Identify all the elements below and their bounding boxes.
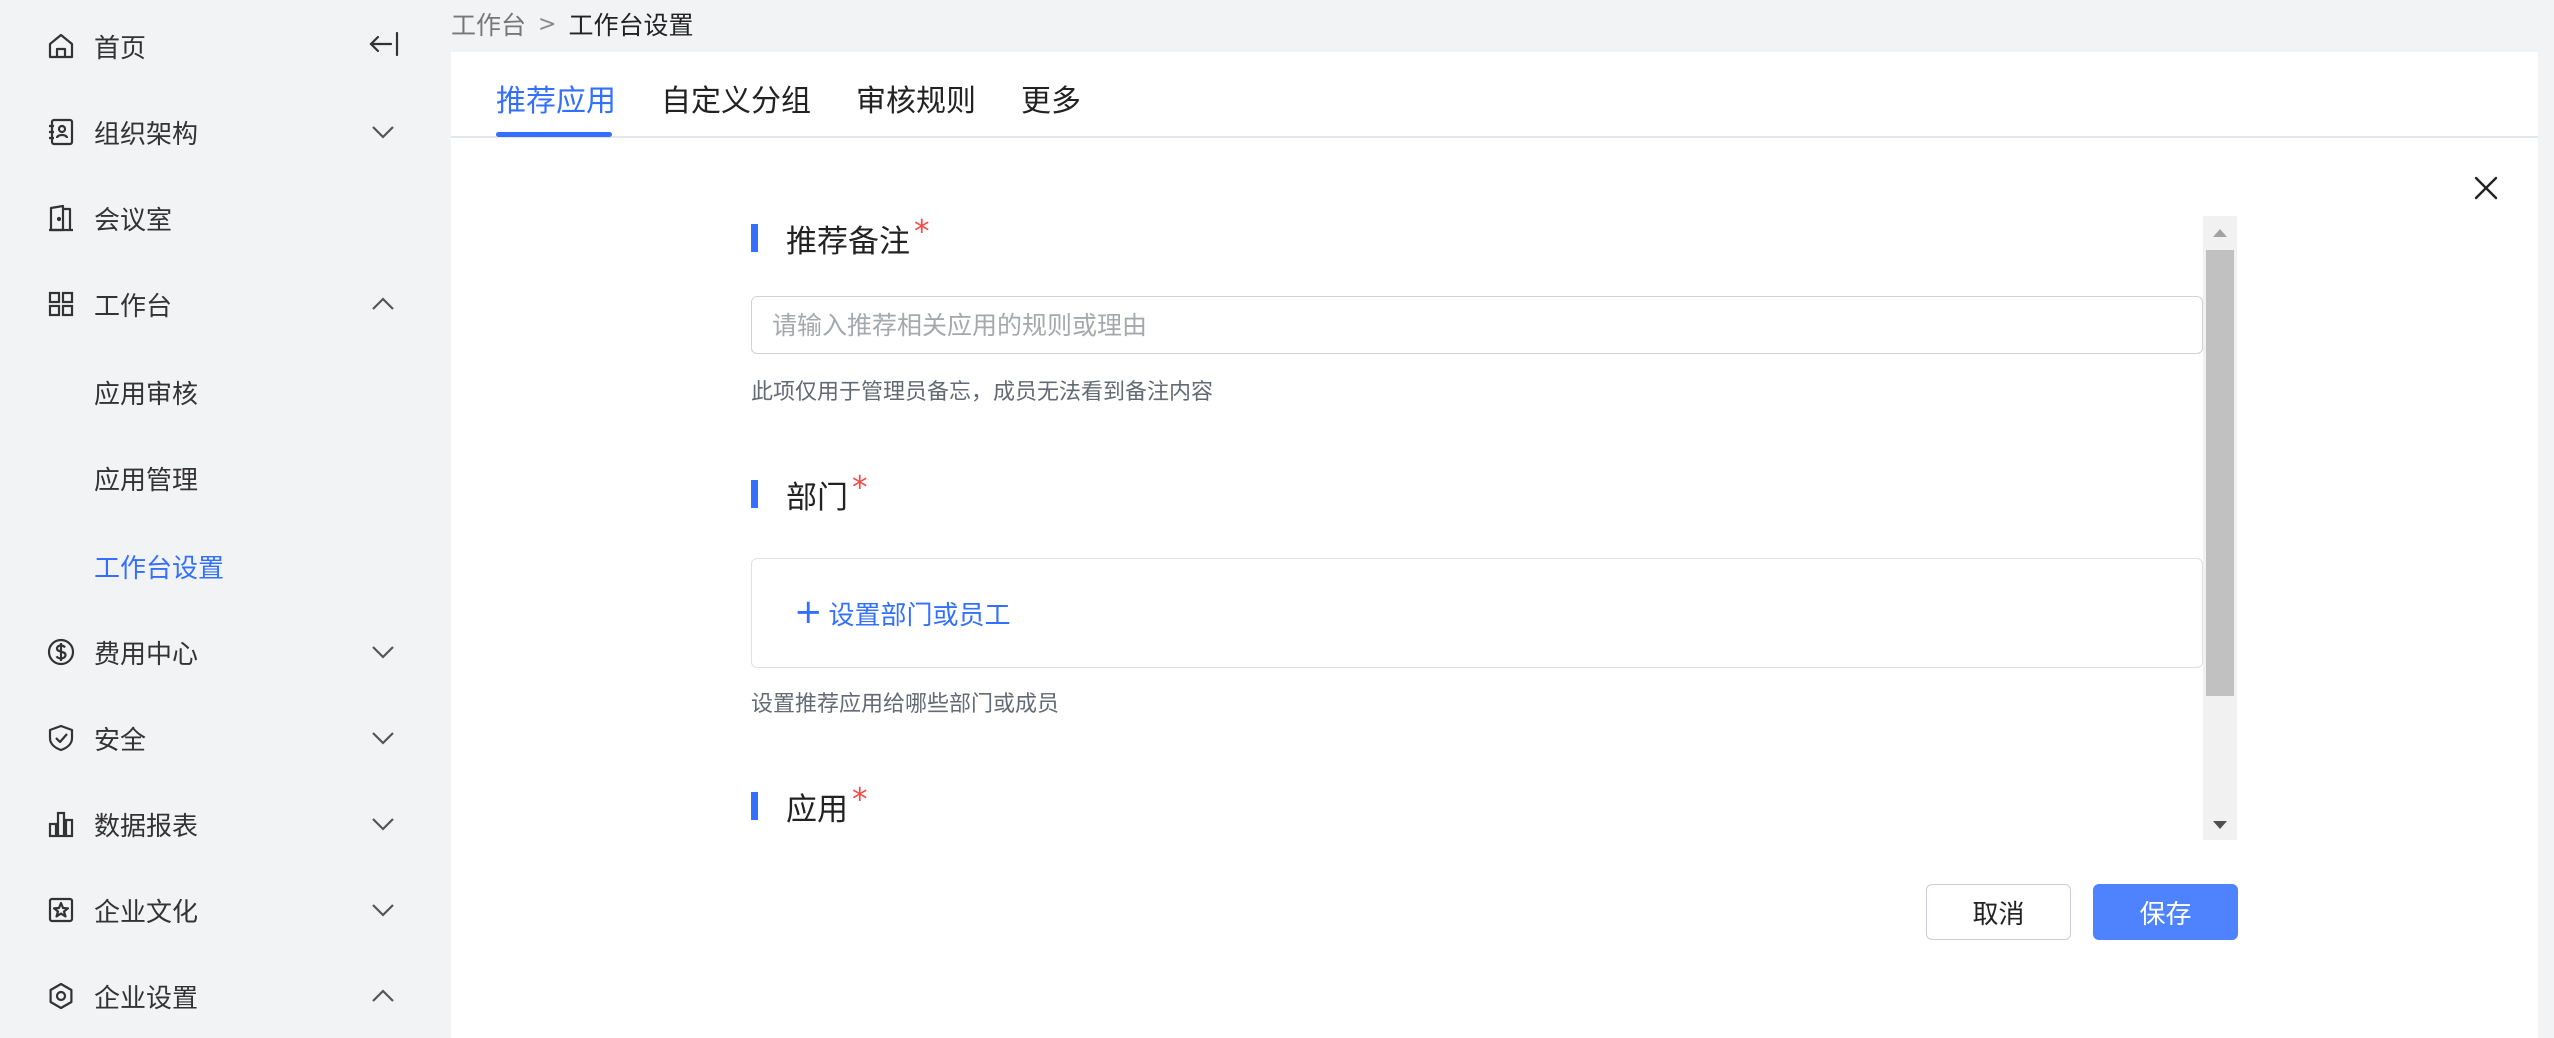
sidebar-item-label: 安全 [94,725,147,756]
form-scrollbar[interactable] [2203,216,2237,840]
sidebar-item-enterprise-settings[interactable]: 企业设置 [0,956,451,1036]
tab-more[interactable]: 更多 [1021,76,1081,120]
shield-icon [44,721,78,755]
cancel-button[interactable]: 取消 [1926,884,2071,940]
department-hint: 设置推荐应用给哪些部门或成员 [751,692,1060,717]
chevron-down-icon [368,895,398,925]
sidebar-item-meeting-room[interactable]: 会议室 [0,178,451,258]
app-label: 应用 [786,791,848,828]
bar-chart-icon [44,807,78,841]
scroll-up-button[interactable] [2203,216,2237,248]
sidebar-item-label: 企业设置 [94,983,199,1014]
active-tab-indicator [496,132,612,137]
department-section-title: 部门 * [751,470,868,516]
sidebar-item-billing[interactable]: 费用中心 [0,612,451,692]
close-button[interactable] [2468,172,2504,208]
star-frame-icon [44,893,78,927]
right-gutter [2538,0,2554,1038]
collapse-left-icon [367,29,401,63]
required-mark: * [914,216,930,250]
sidebar-item-label: 组织架构 [94,119,199,150]
sidebar-item-organization[interactable]: 组织架构 [0,92,451,172]
hexagon-settings-icon [44,979,78,1013]
grid-icon [44,287,78,321]
scroll-down-button[interactable] [2203,808,2237,840]
sidebar-item-label: 数据报表 [94,811,199,842]
sidebar-item-security[interactable]: 安全 [0,698,451,778]
department-selector: + 设置部门或员工 [751,558,2203,668]
sidebar-item-label: 工作台 [94,291,173,322]
chevron-down-icon [368,117,398,147]
sidebar-item-label: 工作台设置 [94,553,225,584]
tab-custom-groups[interactable]: 自定义分组 [661,76,811,120]
add-department-label: 设置部门或员工 [828,601,1011,631]
required-mark: * [852,782,868,818]
scroll-thumb[interactable] [2206,250,2234,696]
app-section-title: 应用 * [751,782,868,828]
sidebar-item-label: 应用审核 [94,379,199,410]
section-marker [751,480,758,508]
note-hint: 此项仅用于管理员备忘，成员无法看到备注内容 [751,380,1214,405]
sidebar-item-workbench[interactable]: 工作台 [0,264,451,344]
breadcrumb-parent[interactable]: 工作台 [451,6,526,42]
section-marker [751,792,758,820]
close-icon [2472,174,2500,206]
required-mark: * [852,470,868,506]
top-bar [451,0,2554,52]
plus-icon: + [794,591,823,632]
department-label: 部门 [786,479,848,516]
triangle-up-icon [2212,223,2228,242]
chevron-down-icon [368,723,398,753]
tab-review-rules[interactable]: 审核规则 [856,76,976,120]
sidebar-item-culture[interactable]: 企业文化 [0,870,451,950]
chevron-up-icon [368,289,398,319]
sidebar-item-workbench-settings[interactable]: 工作台设置 [0,526,451,606]
sidebar-item-label: 首页 [94,33,147,64]
tab-recommended-apps[interactable]: 推荐应用 [496,76,616,120]
breadcrumb-current: 工作台设置 [568,11,694,40]
note-label: 推荐备注 [786,223,910,260]
collapse-sidebar-button[interactable] [366,28,402,64]
sidebar-item-reports[interactable]: 数据报表 [0,784,451,864]
tab-bar: 推荐应用 自定义分组 审核规则 更多 [451,52,2538,138]
sidebar-item-app-management[interactable]: 应用管理 [0,438,451,518]
chevron-down-icon [368,809,398,839]
form-panel: 推荐备注 * 此项仅用于管理员备忘，成员无法看到备注内容 部门 * + 设置部门… [751,216,2203,840]
contacts-icon [44,115,78,149]
dollar-icon [44,635,78,669]
door-icon [44,201,78,235]
sidebar-item-label: 企业文化 [94,897,199,928]
breadcrumb-separator: > [538,11,557,37]
section-marker [751,224,758,252]
triangle-down-icon [2212,815,2228,834]
sidebar: 首页 组织架构 会议室 工作台 应用审核 应用管理 工作台设置 费用中心 安全 … [0,0,451,1038]
chevron-down-icon [368,637,398,667]
breadcrumb: 工作台 > 工作台设置 [451,4,693,44]
note-section-title: 推荐备注 * [751,216,930,260]
home-icon [44,29,78,63]
chevron-up-icon [368,981,398,1011]
sidebar-item-label: 费用中心 [94,639,199,670]
sidebar-item-app-review[interactable]: 应用审核 [0,352,451,432]
note-input[interactable] [751,296,2203,354]
sidebar-item-label: 会议室 [94,205,173,236]
sidebar-item-label: 应用管理 [94,465,199,496]
add-department-button[interactable]: + 设置部门或员工 [794,595,1011,632]
save-button[interactable]: 保存 [2093,884,2238,940]
